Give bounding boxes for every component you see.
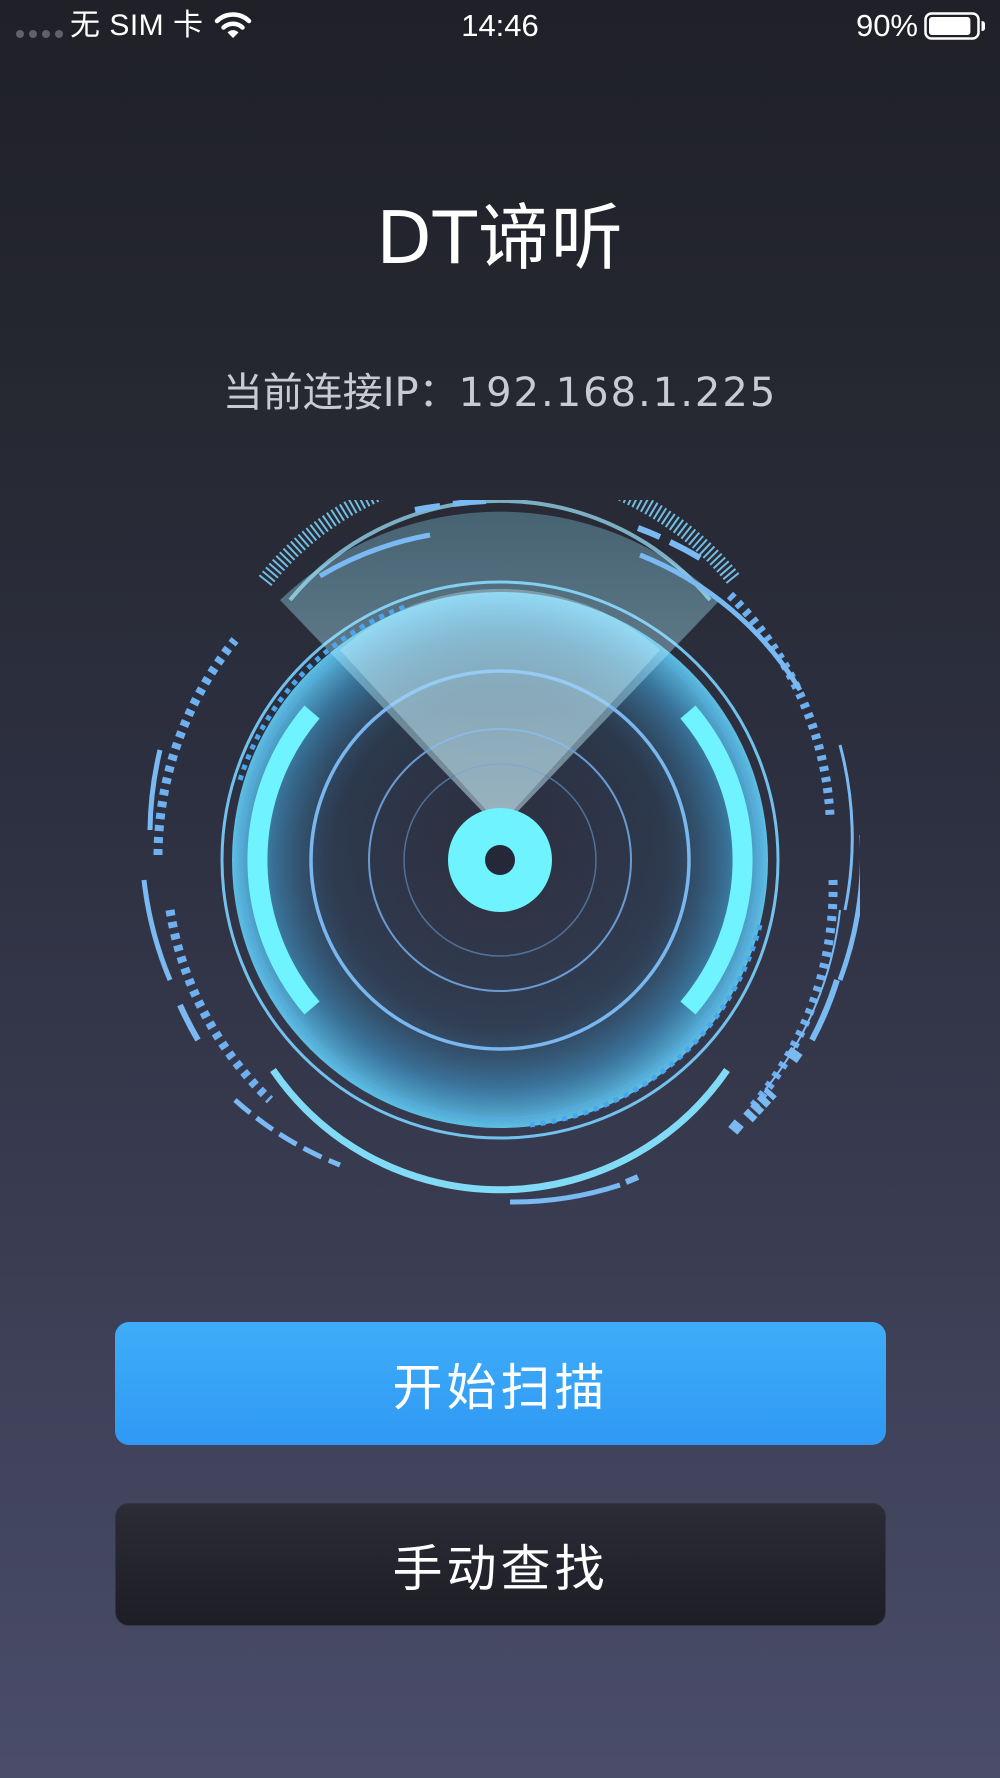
connection-label: 当前连接IP：: [222, 370, 459, 416]
start-scan-button[interactable]: 开始扫描: [115, 1322, 886, 1445]
battery-percent: 90%: [855, 8, 918, 43]
connection-ip: 192.168.1.225: [458, 370, 778, 416]
status-time: 14:46: [461, 8, 539, 43]
manual-search-button[interactable]: 手动查找: [115, 1503, 886, 1626]
battery-icon: [924, 12, 985, 40]
app-title: DT谛听: [376, 196, 624, 280]
status-bar: 无 SIM 卡 14:46 90%: [0, 0, 1000, 52]
connection-info: 当前连接IP：192.168.1.225: [0, 368, 1000, 418]
radar-icon: [141, 500, 860, 1205]
